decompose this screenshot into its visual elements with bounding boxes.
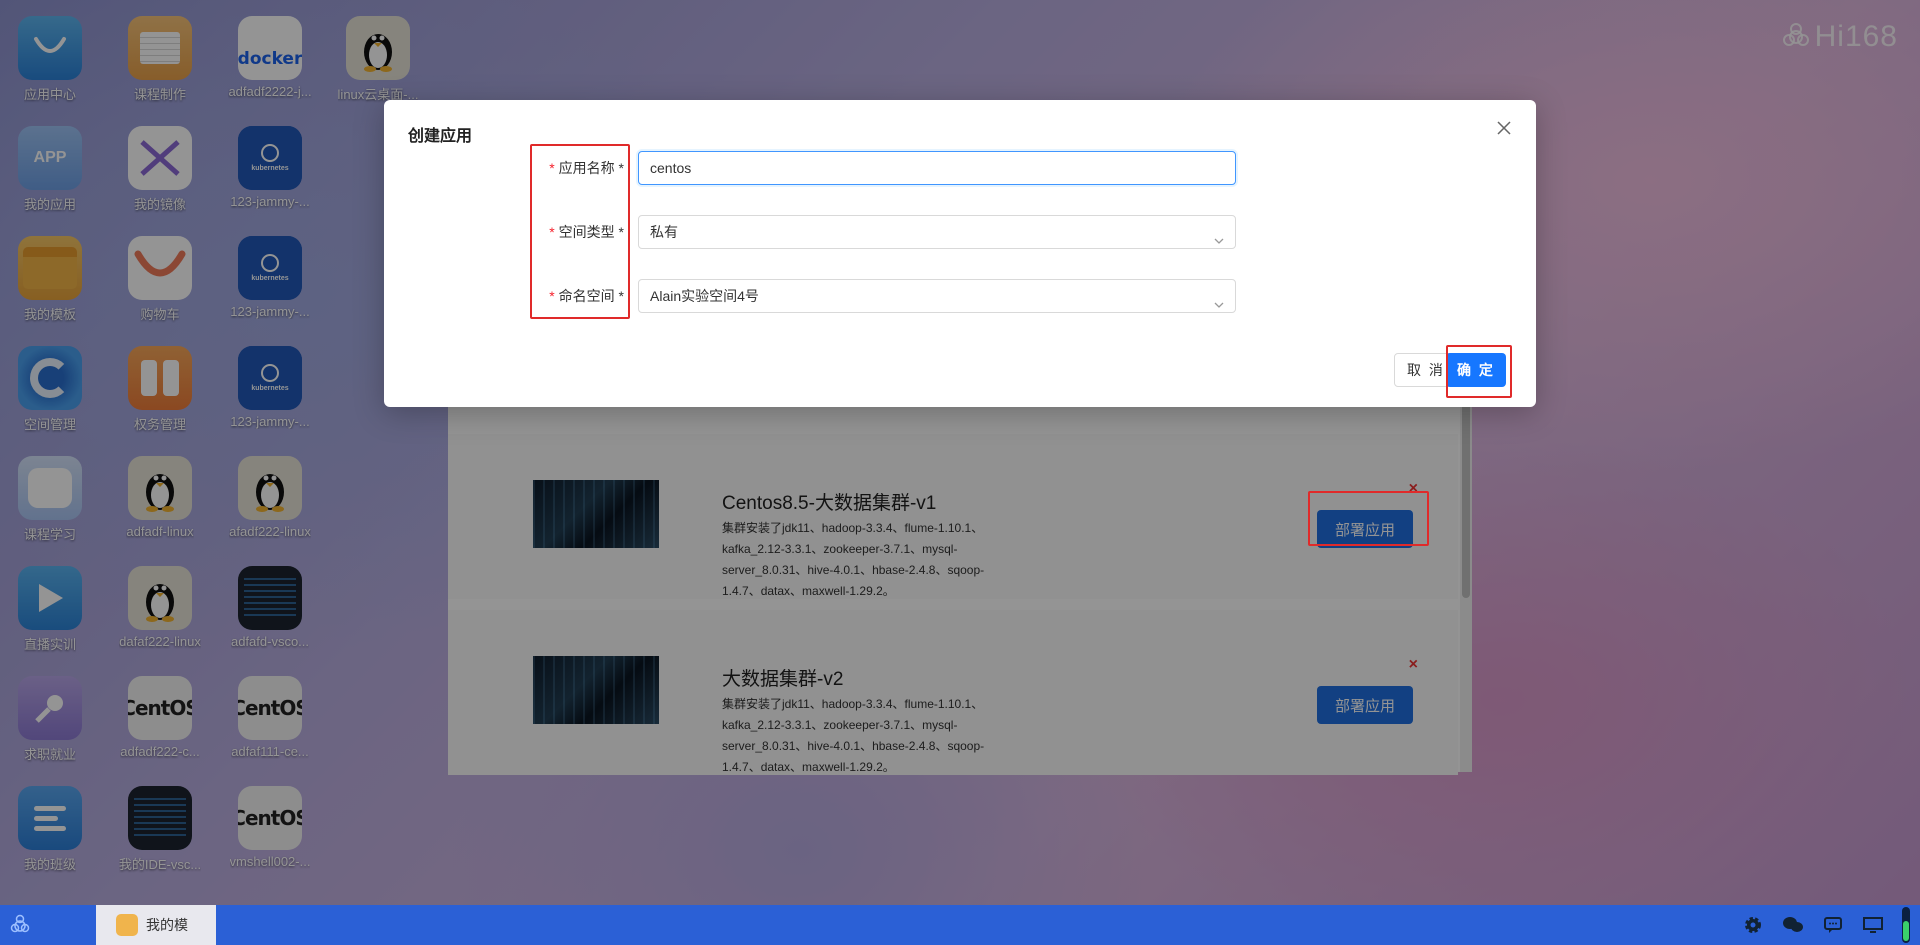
start-button[interactable] [0,905,40,945]
chevron-down-icon [1213,226,1225,258]
namespace-value: Alain实验空间4号 [650,288,759,304]
system-tray [1742,905,1910,945]
app-name-input[interactable]: centos [638,151,1236,185]
space-type-value: 私有 [650,224,678,240]
taskbar-item-my-templates[interactable]: 我的模 [96,905,216,945]
space-type-select[interactable]: 私有 [638,215,1236,249]
start-logo-icon [10,914,30,933]
chevron-down-icon [1213,290,1225,322]
chat-icon[interactable] [1822,914,1844,936]
folder-icon [116,914,138,936]
gear-icon[interactable] [1742,914,1764,936]
volume-level-indicator[interactable] [1902,907,1910,943]
annotation-frame-labels [530,144,630,319]
modal-title: 创建应用 [408,128,473,145]
monitor-icon[interactable] [1862,914,1884,936]
annotation-frame-deploy [1308,491,1429,546]
close-icon[interactable] [1492,116,1516,140]
wechat-icon[interactable] [1782,914,1804,936]
namespace-select[interactable]: Alain实验空间4号 [638,279,1236,313]
taskbar: 我的模 [0,905,1920,945]
annotation-frame-confirm [1446,345,1512,398]
taskbar-item-label: 我的模 [146,917,188,933]
